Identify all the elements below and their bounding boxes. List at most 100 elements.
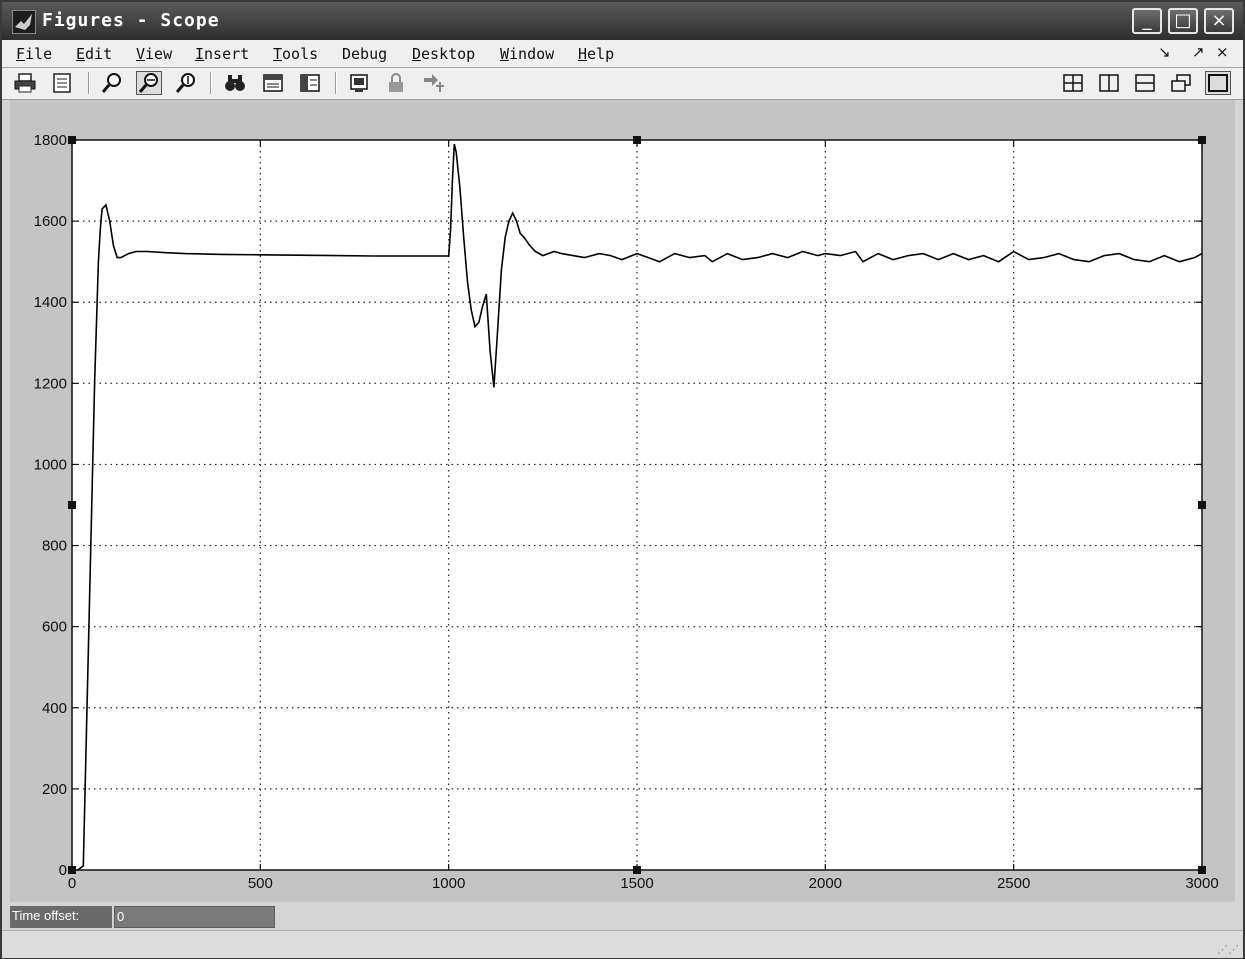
close-button[interactable]: × [1204, 8, 1234, 34]
menu-help-label: elp [587, 45, 615, 63]
float-icon [1171, 74, 1191, 92]
figure-area: 0 500 1000 1500 2000 2500 3000 0 200 400 600 800 100… [10, 100, 1235, 902]
save-axes-icon [263, 74, 283, 92]
menu-desktop-mnemonic: D [412, 45, 422, 63]
y-tick-label: 1200 [34, 375, 67, 392]
autoscale-icon [225, 75, 245, 91]
menu-desktop-label: esktop [421, 45, 476, 63]
scope-plot[interactable]: 0 500 1000 1500 2000 2500 3000 0 200 400 600 800 100… [10, 100, 1235, 902]
parameters-icon [350, 74, 368, 92]
y-tick-label: 1800 [34, 132, 67, 149]
toolbar-separator [335, 72, 337, 94]
status-bar: ⋰⋰ [2, 930, 1243, 958]
lock-icon [389, 73, 403, 92]
x-tick-label: 3000 [1185, 875, 1218, 892]
layout-2x1-icon [1135, 74, 1155, 92]
menu-bar: File Edit View Insert Tools Debug Deskto… [2, 40, 1243, 68]
zoom-x-icon [138, 73, 158, 93]
window-title: Figures - Scope [42, 10, 220, 31]
scope-window: Figures - Scope _ □ × File Edit View Ins… [0, 0, 1245, 959]
toolbar-separator [88, 72, 90, 94]
lock-button[interactable] [383, 71, 409, 95]
print-preview-button[interactable] [50, 71, 76, 95]
menu-help-mnemonic: H [578, 45, 588, 63]
print-button[interactable] [12, 71, 38, 95]
restore-axes-button[interactable] [297, 71, 323, 95]
menu-edit-mnemonic: E [76, 45, 86, 63]
parameters-button[interactable] [346, 71, 372, 95]
print-icon [14, 73, 36, 93]
y-tick-label: 0 [59, 862, 67, 879]
matlab-icon [12, 10, 36, 34]
menu-file[interactable]: File [16, 45, 52, 63]
menu-view-mnemonic: V [136, 45, 146, 63]
selection-handle [633, 136, 641, 144]
layout-2x2-button[interactable] [1060, 71, 1086, 95]
menu-insert[interactable]: Insert [195, 45, 249, 63]
menu-insert-mnemonic: I [195, 45, 205, 63]
autoscale-button[interactable] [222, 71, 248, 95]
menu-window[interactable]: Window [500, 45, 554, 63]
menu-desktop[interactable]: Desktop [412, 45, 475, 63]
x-tick-label: 1000 [432, 875, 465, 892]
restore-figure-button[interactable]: ↗ [1192, 43, 1205, 61]
menu-tools-label: ools [282, 45, 319, 63]
menu-window-mnemonic: W [500, 45, 510, 63]
menu-window-label: indow [509, 45, 555, 63]
selection-handle [1198, 866, 1206, 874]
menu-file-mnemonic: F [16, 45, 26, 63]
menu-debug-label: Debu [342, 45, 379, 63]
zoom-in-button[interactable] [99, 71, 125, 95]
save-axes-button[interactable] [260, 71, 286, 95]
menu-edit[interactable]: Edit [76, 45, 112, 63]
menu-view-label: iew [145, 45, 173, 63]
title-bar[interactable]: Figures - Scope _ □ × [2, 2, 1243, 40]
zoom-in-icon [101, 73, 121, 93]
x-tick-label: 2000 [809, 875, 842, 892]
print-preview-icon [53, 73, 71, 93]
float-button[interactable] [1168, 71, 1194, 95]
axes-background [72, 140, 1202, 870]
undock-button[interactable]: ↘ [1158, 43, 1171, 61]
signal-selection-button[interactable] [421, 71, 447, 95]
time-offset-value: 0 [114, 906, 275, 928]
zoom-x-button[interactable] [136, 71, 162, 95]
y-tick-label: 200 [42, 781, 67, 798]
menu-help[interactable]: Help [578, 45, 614, 63]
layout-2x1-button[interactable] [1132, 71, 1158, 95]
y-tick-label: 1600 [34, 213, 67, 230]
toolbar-separator [210, 72, 212, 94]
toolbar [2, 68, 1243, 100]
signal-selection-icon [424, 74, 444, 92]
menu-insert-label: nsert [204, 45, 250, 63]
close-figure-button[interactable]: × [1216, 43, 1229, 61]
time-offset-row: Time offset: 0 [10, 906, 1235, 928]
y-tick-label: 400 [42, 700, 67, 717]
maximize-button[interactable]: □ [1168, 8, 1198, 34]
menu-file-label: ile [25, 45, 53, 63]
menu-edit-label: dit [85, 45, 113, 63]
layout-1x2-button[interactable] [1096, 71, 1122, 95]
time-offset-label: Time offset: [10, 906, 112, 928]
zoom-y-button[interactable] [173, 71, 199, 95]
menu-debug-mnemonic: g [378, 45, 388, 63]
selection-handle [68, 866, 76, 874]
menu-view[interactable]: View [136, 45, 172, 63]
resize-grip-icon[interactable]: ⋰⋰ [1217, 943, 1239, 956]
layout-2x2-icon [1063, 74, 1083, 92]
minimize-button[interactable]: _ [1132, 8, 1162, 34]
y-tick-label: 600 [42, 619, 67, 636]
x-tick-label: 2500 [997, 875, 1030, 892]
selection-handle [68, 501, 76, 509]
y-tick-label: 1400 [34, 294, 67, 311]
menu-tools-mnemonic: T [273, 45, 283, 63]
single-axes-button[interactable] [1205, 71, 1231, 95]
selection-handle [1198, 136, 1206, 144]
menu-debug[interactable]: Debug [342, 45, 387, 63]
restore-axes-icon [300, 74, 320, 92]
selection-handle [633, 866, 641, 874]
zoom-y-icon [175, 73, 195, 93]
x-tick-label: 500 [248, 875, 273, 892]
selection-handle [68, 136, 76, 144]
menu-tools[interactable]: Tools [273, 45, 318, 63]
